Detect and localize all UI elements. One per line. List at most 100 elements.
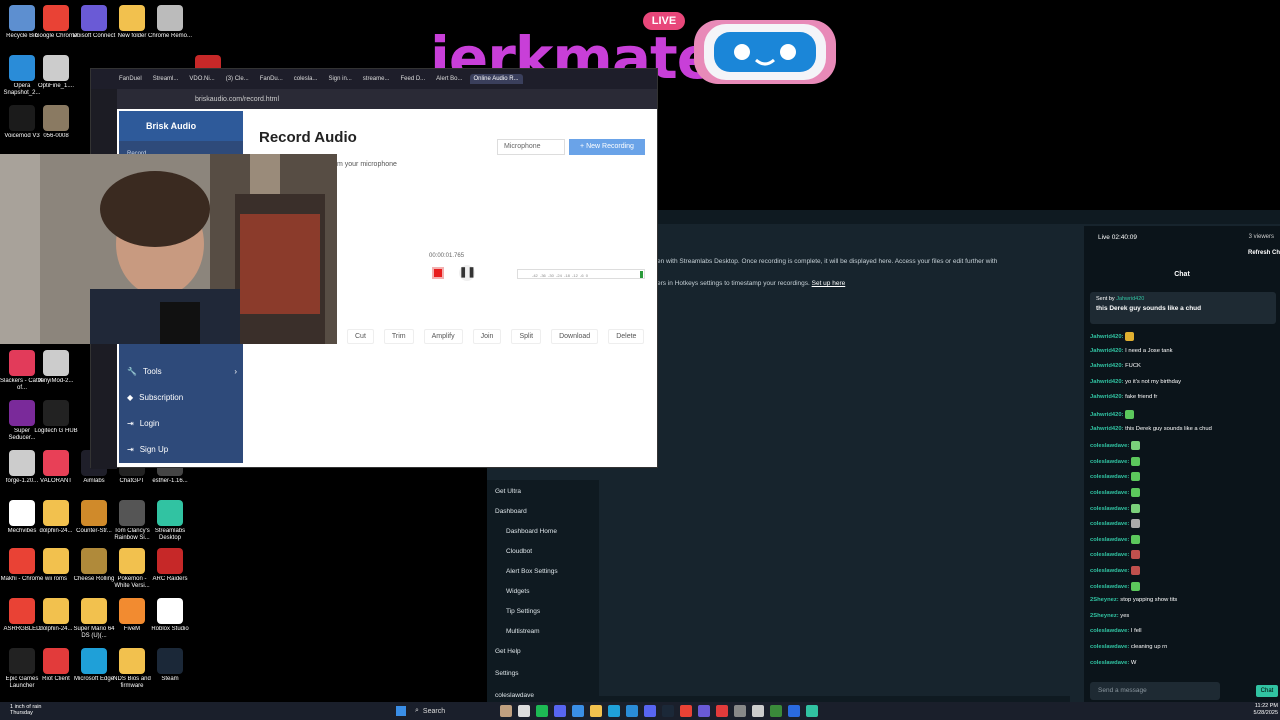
desktop-icon[interactable]: Chrome Remo...: [148, 5, 192, 40]
chat-username[interactable]: Jahwrid420:: [1090, 412, 1125, 418]
chat-username[interactable]: 2Sheynez:: [1090, 613, 1120, 619]
chat-username[interactable]: coleslawdave:: [1090, 537, 1131, 543]
taskbar-app-icon[interactable]: [572, 705, 584, 717]
nav-item[interactable]: Tip Settings: [506, 608, 540, 615]
chat-username[interactable]: coleslawdave:: [1090, 490, 1131, 496]
taskbar-app-icon[interactable]: [752, 705, 764, 717]
cut-button[interactable]: Cut: [347, 329, 374, 344]
taskbar-app-icon[interactable]: [770, 705, 782, 717]
desktop-icon[interactable]: 056-0008: [34, 105, 78, 140]
sidebar-item-login[interactable]: ⇥ Login: [127, 419, 237, 428]
nav-item[interactable]: Dashboard Home: [506, 528, 557, 535]
delete-button[interactable]: Delete: [608, 329, 645, 344]
taskbar-app-icon[interactable]: [680, 705, 692, 717]
browser-tab[interactable]: Feed D...: [396, 74, 429, 84]
browser-tab[interactable]: colesla...: [290, 74, 322, 84]
chat-username[interactable]: coleslawdave:: [1090, 584, 1131, 590]
sidebar-item-subscription[interactable]: ◆ Subscription: [127, 393, 237, 402]
stop-button[interactable]: [432, 267, 444, 279]
browser-tab[interactable]: Streaml...: [149, 74, 183, 84]
desktop-icon[interactable]: Roblox Studio: [148, 598, 192, 633]
download-button[interactable]: Download: [551, 329, 599, 344]
chat-username[interactable]: coleslawdave:: [1090, 443, 1131, 449]
browser-tab[interactable]: FanDu...: [256, 74, 287, 84]
chat-message: coleslawdave: cleaning up rn: [1090, 644, 1167, 650]
taskbar-app-icon[interactable]: [662, 705, 674, 717]
nav-item[interactable]: Get Help: [495, 648, 521, 655]
system-clock[interactable]: 11:22 PM 5/28/2025: [1254, 703, 1278, 717]
level-meter-fill: [640, 271, 643, 278]
desktop-icon[interactable]: Logitech G HUB: [34, 400, 78, 435]
weather-widget[interactable]: 1 inch of rain Thursday: [10, 704, 42, 716]
taskbar-app-icon[interactable]: [644, 705, 656, 717]
nav-item[interactable]: Dashboard: [495, 508, 527, 515]
chat-username[interactable]: Jahwrid420:: [1090, 394, 1125, 400]
nav-item[interactable]: coleslawdave: [495, 692, 534, 699]
taskbar-app-icon[interactable]: [788, 705, 800, 717]
chat-username[interactable]: coleslawdave:: [1090, 644, 1131, 650]
chat-username[interactable]: Jahwrid420:: [1090, 379, 1125, 385]
chat-username[interactable]: Jahwrid420:: [1090, 348, 1125, 354]
chat-username[interactable]: Jahwrid420:: [1090, 334, 1125, 340]
windows-start-icon[interactable]: [396, 706, 406, 716]
desktop-icon[interactable]: OptiFine_1....: [34, 55, 78, 90]
taskbar-app-icon[interactable]: [590, 705, 602, 717]
browser-tab[interactable]: streame...: [359, 74, 394, 84]
browser-tab[interactable]: VDO.Ni...: [185, 74, 218, 84]
amplify-button[interactable]: Amplify: [423, 329, 463, 344]
taskbar-search[interactable]: ⌕ Search: [415, 705, 495, 717]
pause-button[interactable]: ❚❚: [459, 265, 476, 281]
taskbar-app-icon[interactable]: [698, 705, 710, 717]
taskbar-app-icon[interactable]: [626, 705, 638, 717]
chat-input[interactable]: Send a message: [1090, 682, 1220, 700]
chat-username[interactable]: Jahwrid420:: [1090, 363, 1125, 369]
taskbar-app-icon[interactable]: [500, 705, 512, 717]
nav-item[interactable]: Get Ultra: [495, 488, 521, 495]
chat-username[interactable]: coleslawdave:: [1090, 660, 1131, 666]
browser-tab[interactable]: (3) Cle...: [222, 74, 253, 84]
taskbar-app-icon[interactable]: [554, 705, 566, 717]
taskbar-app-icon[interactable]: [806, 705, 818, 717]
desktop-icon[interactable]: Streamlabs Desktop: [148, 500, 192, 542]
chat-username[interactable]: coleslawdave:: [1090, 521, 1131, 527]
join-button[interactable]: Join: [472, 329, 502, 344]
address-bar[interactable]: briskaudio.com/record.html: [91, 89, 657, 109]
taskbar-app-icon[interactable]: [734, 705, 746, 717]
sidebar-item-signup[interactable]: ⇥ Sign Up: [127, 445, 237, 454]
nav-item[interactable]: Cloudbot: [506, 548, 532, 555]
chat-username[interactable]: Jahwrid420:: [1090, 426, 1125, 432]
chat-username[interactable]: coleslawdave:: [1090, 552, 1131, 558]
refresh-chat-button[interactable]: Refresh Ch: [1248, 250, 1280, 256]
desktop-icon[interactable]: ARC Raiders: [148, 548, 192, 583]
browser-tab[interactable]: FanDuel: [115, 74, 146, 84]
chat-username[interactable]: coleslawdave:: [1090, 506, 1131, 512]
nav-item[interactable]: Multistream: [506, 628, 540, 635]
browser-tab[interactable]: Online Audio R...: [469, 74, 523, 84]
nav-item[interactable]: Settings: [495, 670, 519, 677]
nav-item[interactable]: Alert Box Settings: [506, 568, 558, 575]
chat-send-button[interactable]: Chat: [1256, 685, 1278, 697]
recording-info-text: en with Streamlabs Desktop. Once recordi…: [657, 258, 998, 265]
trim-button[interactable]: Trim: [383, 329, 414, 344]
browser-tab[interactable]: Alert Bo...: [432, 74, 466, 84]
sidebar-item-tools[interactable]: 🔧 Tools ›: [127, 367, 237, 376]
taskbar-app-icon[interactable]: [716, 705, 728, 717]
taskbar-app-icon[interactable]: [518, 705, 530, 717]
taskbar-app-icon[interactable]: [608, 705, 620, 717]
desktop-icon[interactable]: XinyiMod-2...: [34, 350, 78, 385]
browser-tab[interactable]: Sign in...: [324, 74, 355, 84]
chat-username[interactable]: 2Sheynez:: [1090, 597, 1120, 603]
desktop-icon[interactable]: Steam: [148, 648, 192, 683]
chat-username[interactable]: coleslawdave:: [1090, 459, 1131, 465]
chat-username[interactable]: coleslawdave:: [1090, 628, 1131, 634]
split-button[interactable]: Split: [511, 329, 542, 344]
new-recording-button[interactable]: + New Recording: [569, 139, 645, 155]
url-text[interactable]: briskaudio.com/record.html: [195, 96, 279, 103]
setup-link[interactable]: Set up here: [812, 280, 846, 287]
microphone-select[interactable]: Microphone: [497, 139, 565, 155]
nav-item[interactable]: Widgets: [506, 588, 529, 595]
brisk-brand[interactable]: Brisk Audio: [119, 111, 243, 141]
chat-username[interactable]: coleslawdave:: [1090, 568, 1131, 574]
taskbar-app-icon[interactable]: [536, 705, 548, 717]
chat-username[interactable]: coleslawdave:: [1090, 474, 1131, 480]
